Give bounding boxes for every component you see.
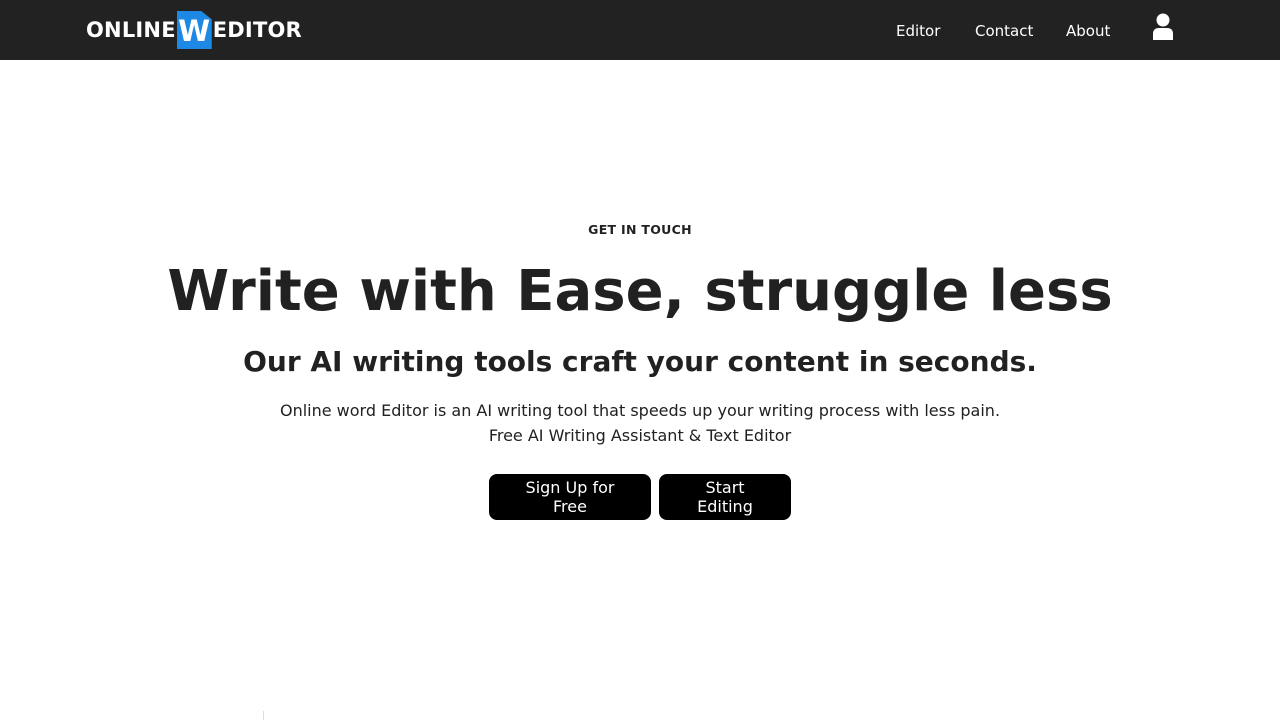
nav-link-about[interactable]: About <box>1066 21 1110 41</box>
hero-button-row: Sign Up for Free Start Editing <box>0 474 1280 520</box>
hero-section: GET IN TOUCH Write with Ease, struggle l… <box>0 60 1280 720</box>
logo-badge-letter: W <box>178 14 211 48</box>
hero-description-line-1: Online word Editor is an AI writing tool… <box>279 401 1001 420</box>
sign-up-button[interactable]: Sign Up for Free <box>489 474 651 520</box>
user-icon[interactable] <box>1151 13 1175 41</box>
hero-eyebrow: GET IN TOUCH <box>588 222 692 237</box>
hero-description-line-2: Free AI Writing Assistant & Text Editor <box>488 426 792 445</box>
hero-subheadline: Our AI writing tools craft your content … <box>243 345 1037 378</box>
top-navbar: ONLINE W EDITOR Editor Contact About <box>0 0 1280 60</box>
nav-link-contact[interactable]: Contact <box>975 21 1033 41</box>
start-editing-button[interactable]: Start Editing <box>659 474 791 520</box>
logo-badge-icon: W <box>176 11 212 49</box>
nav-link-editor[interactable]: Editor <box>896 21 940 41</box>
logo-text-suffix: EDITOR <box>212 18 302 42</box>
hero-headline: Write with Ease, struggle less <box>167 259 1113 324</box>
bottom-divider <box>263 711 264 720</box>
site-logo[interactable]: ONLINE W EDITOR <box>86 10 302 50</box>
logo-text-prefix: ONLINE <box>86 18 176 42</box>
